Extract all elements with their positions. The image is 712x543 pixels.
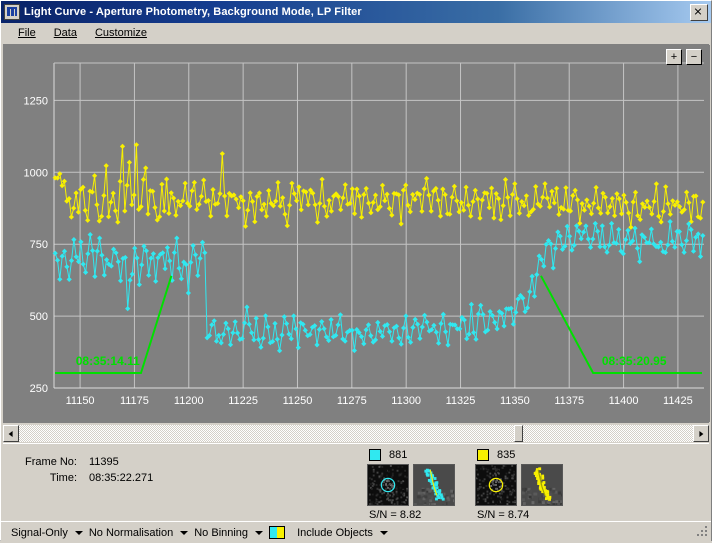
- signal-to-noise: S/N = 8.74: [475, 509, 529, 521]
- frame-number-value: 11395: [89, 456, 119, 468]
- svg-text:11300: 11300: [391, 395, 421, 407]
- include-objects-label: Include Objects: [297, 526, 373, 539]
- time-label: Time:: [49, 472, 77, 484]
- scrollbar-thumb[interactable]: [514, 425, 523, 442]
- menu-bar: File Data Customize: [1, 23, 711, 44]
- object-list: 881 S/N = 8.82 835 S/N = 8.74: [359, 444, 709, 521]
- menu-item-file[interactable]: File: [9, 25, 45, 41]
- object-panel-835[interactable]: 835 S/N = 8.74: [475, 449, 567, 521]
- svg-text:11200: 11200: [174, 395, 204, 407]
- chevron-down-icon: [255, 530, 264, 535]
- svg-text:11400: 11400: [609, 395, 639, 407]
- time-value: 08:35:22.271: [89, 472, 154, 484]
- svg-text:1000: 1000: [24, 167, 48, 179]
- object-thumbnails: [367, 464, 455, 506]
- svg-text:11375: 11375: [554, 395, 584, 407]
- svg-text:750: 750: [30, 239, 48, 251]
- menu-data-label: Data: [53, 27, 77, 39]
- svg-text:11275: 11275: [337, 395, 367, 407]
- object-track-thumbnail[interactable]: [521, 464, 563, 506]
- object-panel-881[interactable]: 881 S/N = 8.82: [367, 449, 459, 521]
- svg-text:11225: 11225: [228, 395, 258, 407]
- time-row: Time: 08:35:22.271: [15, 470, 359, 486]
- svg-text:1250: 1250: [24, 95, 48, 107]
- title-bar: Light Curve - Aperture Photometry, Backg…: [1, 1, 711, 23]
- svg-text:500: 500: [30, 311, 48, 323]
- normalisation-label: No Normalisation: [88, 526, 174, 539]
- sn-label: S/N =: [477, 509, 505, 521]
- object-color-swatch: [369, 449, 381, 461]
- object-id: 835: [497, 449, 516, 461]
- svg-text:08:35:20.95: 08:35:20.95: [602, 354, 667, 368]
- star-aperture-thumbnail[interactable]: [367, 464, 409, 506]
- sn-value: 8.82: [399, 509, 422, 521]
- scroll-right-icon[interactable]: [693, 425, 709, 442]
- status-bar: Signal-Only No Normalisation No Binning …: [1, 521, 711, 543]
- chevron-down-icon: [74, 530, 83, 535]
- zoom-controls: + −: [666, 49, 702, 65]
- svg-text:08:35:14.11: 08:35:14.11: [76, 354, 140, 368]
- horizontal-scrollbar[interactable]: [3, 425, 709, 442]
- object-id: 881: [389, 449, 408, 461]
- svg-text:11250: 11250: [283, 395, 313, 407]
- light-curve-plot[interactable]: 250 500 750 1000 1250 11150 11175 11200 11225 112…: [3, 44, 710, 423]
- signal-mode-label: Signal-Only: [11, 526, 68, 539]
- frame-number-row: Frame No: 11395: [15, 454, 359, 470]
- svg-text:11425: 11425: [663, 395, 693, 407]
- frame-number-label: Frame No:: [25, 456, 77, 468]
- scrollbar-track[interactable]: [19, 425, 693, 442]
- binning-label: No Binning: [194, 526, 249, 539]
- menu-item-customize[interactable]: Customize: [86, 25, 156, 41]
- sn-label: S/N =: [369, 509, 397, 521]
- binning-dropdown[interactable]: No Binning: [192, 524, 267, 541]
- signal-mode-dropdown[interactable]: Signal-Only: [9, 524, 87, 541]
- chevron-down-icon: [180, 530, 189, 535]
- include-objects-dropdown[interactable]: Include Objects: [267, 524, 392, 541]
- window-title: Light Curve - Aperture Photometry, Backg…: [24, 6, 362, 18]
- star-aperture-thumbnail[interactable]: [475, 464, 517, 506]
- plot-canvas: 250 500 750 1000 1250 11150 11175 11200 11225 112…: [4, 45, 710, 422]
- chevron-down-icon: [379, 530, 388, 535]
- object-color-swatch: [477, 449, 489, 461]
- zoom-in-label: +: [670, 50, 678, 63]
- svg-text:11175: 11175: [120, 395, 149, 407]
- objects-color-swatch-icon: [269, 526, 286, 539]
- object-header: 835: [475, 449, 515, 461]
- normalisation-dropdown[interactable]: No Normalisation: [87, 524, 192, 541]
- object-header: 881: [367, 449, 407, 461]
- frame-info: Frame No: 11395 Time: 08:35:22.271: [3, 444, 359, 521]
- resize-grip[interactable]: [695, 524, 709, 538]
- svg-text:250: 250: [30, 383, 48, 395]
- close-icon[interactable]: [690, 3, 708, 21]
- zoom-out-button[interactable]: −: [686, 49, 702, 65]
- svg-text:11325: 11325: [446, 395, 476, 407]
- menu-item-data[interactable]: Data: [45, 25, 86, 41]
- menu-file-label: File: [18, 27, 36, 39]
- svg-text:11350: 11350: [500, 395, 530, 407]
- sn-value: 8.74: [507, 509, 530, 521]
- signal-to-noise: S/N = 8.82: [367, 509, 421, 521]
- svg-text:11150: 11150: [66, 395, 95, 407]
- lower-panel: Frame No: 11395 Time: 08:35:22.271 881 S…: [3, 443, 709, 521]
- zoom-in-button[interactable]: +: [666, 49, 682, 65]
- object-thumbnails: [475, 464, 563, 506]
- scroll-left-icon[interactable]: [3, 425, 19, 442]
- object-track-thumbnail[interactable]: [413, 464, 455, 506]
- zoom-out-label: −: [690, 50, 698, 63]
- plot-background: 250 500 750 1000 1250 11150 11175 11200 11225 112…: [4, 45, 710, 422]
- light-curve-window: Light Curve - Aperture Photometry, Backg…: [0, 0, 712, 543]
- menu-customize-label: Customize: [94, 27, 147, 39]
- chart-bars-icon: [4, 4, 20, 20]
